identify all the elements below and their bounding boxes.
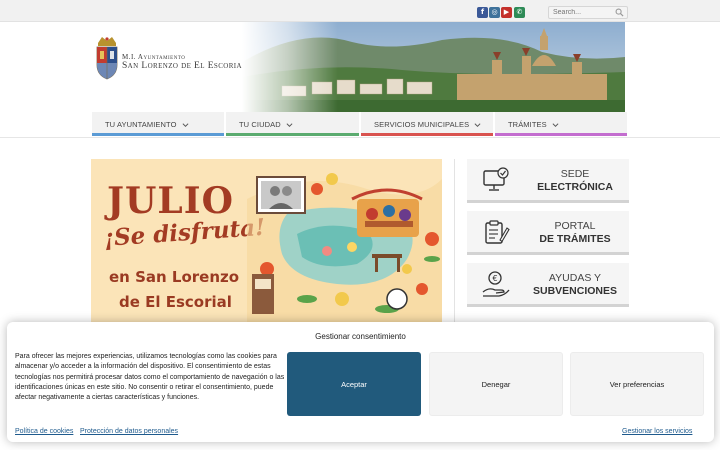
nav-label: TU AYUNTAMIENTO: [105, 120, 177, 129]
manage-services-link[interactable]: Gestionar los servicios: [622, 428, 692, 435]
nav-color-bar: [361, 133, 493, 136]
banner-illustration: [247, 173, 442, 329]
logo-title: San Lorenzo de El Escorial: [122, 61, 247, 71]
coat-of-arms-icon: [96, 37, 118, 80]
deny-button[interactable]: Denegar: [429, 352, 563, 416]
ayudas-label-1: AYUDAS Y: [548, 272, 602, 284]
nav-label: TU CIUDAD: [239, 120, 281, 129]
main-nav: TU AYUNTAMIENTO TU CIUDAD SERVICIOS MUNI…: [92, 112, 627, 136]
monitor-check-icon: [483, 167, 509, 191]
instagram-icon[interactable]: ◎: [489, 7, 500, 18]
cookie-policy-link[interactable]: Política de cookies: [15, 428, 73, 435]
banner-title: JULIO: [107, 180, 234, 222]
portal-tramites-button[interactable]: PORTAL DE TRÁMITES: [467, 211, 629, 255]
julio-banner[interactable]: JULIO ¡Se disfruta! en San Lorenzo de El…: [91, 159, 442, 329]
site-logo[interactable]: M.I. Ayuntamiento San Lorenzo de El Esco…: [92, 22, 262, 112]
search-icon[interactable]: [615, 8, 624, 17]
nav-color-bar: [92, 133, 224, 136]
ayudas-label-2: SUBVENCIONES: [532, 285, 617, 297]
vertical-divider: [454, 159, 455, 329]
nav-label: TRÁMITES: [508, 120, 547, 129]
privacy-policy-link[interactable]: Protección de datos personales: [80, 428, 178, 435]
nav-color-bar: [226, 133, 359, 136]
nav-item-tramites[interactable]: TRÁMITES: [495, 112, 627, 136]
euro-hand-icon: €: [482, 271, 510, 297]
chevron-down-icon: [286, 123, 293, 128]
banner-line4: de El Escorial: [119, 293, 232, 311]
search-input[interactable]: [549, 9, 611, 16]
search-box: [548, 6, 628, 19]
top-bar: f ◎ ▶ ✆: [0, 0, 720, 22]
nav-divider: [0, 137, 720, 138]
chevron-down-icon: [552, 123, 559, 128]
svg-text:€: €: [492, 274, 497, 283]
preferences-button[interactable]: Ver preferencias: [570, 352, 704, 416]
cookie-dialog-text: Para ofrecer las mejores experiencias, u…: [15, 353, 285, 402]
cookie-consent-dialog: Gestionar consentimiento Para ofrecer la…: [7, 322, 714, 442]
nav-item-tu-ciudad[interactable]: TU CIUDAD: [226, 112, 359, 136]
chevron-down-icon: [182, 123, 189, 128]
sede-label-1: SEDE: [560, 168, 590, 180]
nav-color-bar: [495, 133, 627, 136]
nav-label: SERVICIOS MUNICIPALES: [374, 120, 470, 129]
youtube-icon[interactable]: ▶: [501, 7, 512, 18]
nav-item-servicios-municipales[interactable]: SERVICIOS MUNICIPALES: [361, 112, 493, 136]
sede-label-2: ELECTRÓNICA: [537, 181, 613, 193]
cookie-dialog-title: Gestionar consentimiento: [315, 332, 406, 341]
site-header: M.I. Ayuntamiento San Lorenzo de El Esco…: [92, 22, 625, 112]
sede-electronica-button[interactable]: SEDE ELECTRÓNICA: [467, 159, 629, 203]
portal-label-1: PORTAL: [554, 220, 596, 232]
clipboard-pen-icon: [485, 220, 510, 244]
facebook-icon[interactable]: f: [477, 7, 488, 18]
accept-button[interactable]: Aceptar: [287, 352, 421, 416]
ayudas-subvenciones-button[interactable]: € AYUDAS Y SUBVENCIONES: [467, 263, 629, 307]
portal-label-2: DE TRÁMITES: [539, 233, 611, 245]
phone-icon[interactable]: ✆: [514, 7, 525, 18]
banner-line3: en San Lorenzo: [109, 268, 240, 286]
chevron-down-icon: [474, 123, 481, 128]
header-photo-escorial: [242, 22, 625, 112]
logo-subtitle: M.I. Ayuntamiento: [122, 53, 186, 61]
nav-item-tu-ayuntamiento[interactable]: TU AYUNTAMIENTO: [92, 112, 224, 136]
